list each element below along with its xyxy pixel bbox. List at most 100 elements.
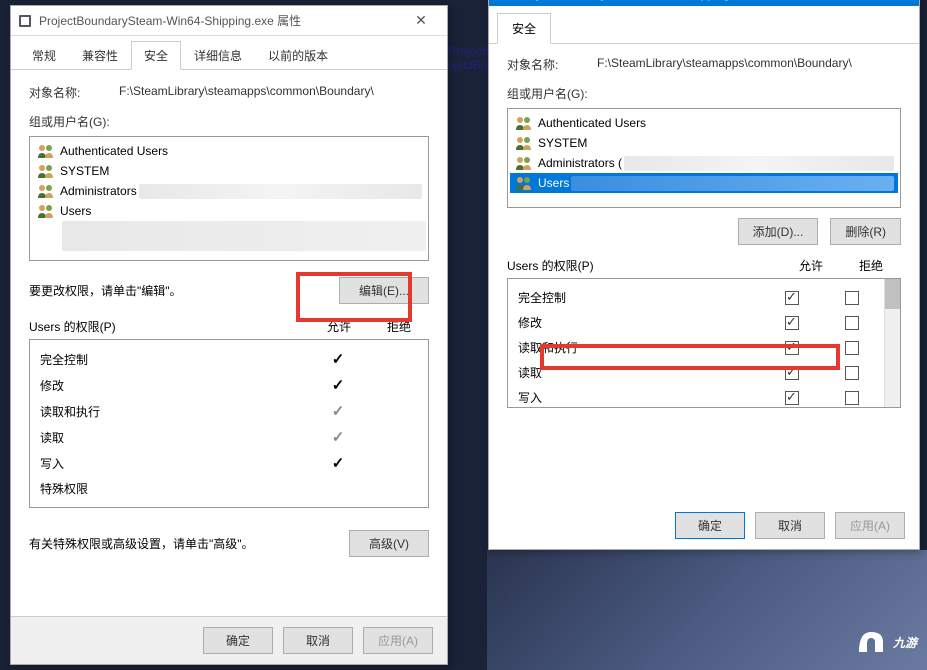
redacted <box>62 221 426 251</box>
users-icon <box>36 143 56 159</box>
permission-name: 修改 <box>518 314 762 331</box>
allow-check: ✓ <box>308 428 368 446</box>
users-icon <box>36 203 56 219</box>
redacted <box>571 176 894 191</box>
permissions-header: Users 的权限(P) <box>507 257 781 274</box>
tab-previous-versions[interactable]: 以前的版本 <box>255 41 341 70</box>
permission-row: 读取 <box>518 360 882 385</box>
add-button[interactable]: 添加(D)... <box>738 218 819 245</box>
allow-check: ✓ <box>308 454 368 472</box>
groups-label: 组或用户名(G): <box>507 85 901 102</box>
allow-checkbox[interactable] <box>785 366 799 380</box>
tab-security[interactable]: 安全 <box>497 13 551 44</box>
folder-icon: 📁 <box>497 0 512 1</box>
allow-checkbox[interactable] <box>785 391 799 405</box>
deny-checkbox[interactable] <box>845 291 859 305</box>
allow-checkbox[interactable] <box>785 316 799 330</box>
apply-button[interactable]: 应用(A) <box>363 627 433 654</box>
permissions-list: 完全控制 修改 读取和执行 读取 写入 <box>507 278 901 408</box>
ok-button[interactable]: 确定 <box>675 512 745 539</box>
apply-button[interactable]: 应用(A) <box>835 512 905 539</box>
advanced-hint: 有关特殊权限或高级设置，请单击"高级"。 <box>29 535 329 552</box>
tab-strip: 安全 <box>489 6 919 44</box>
deny-checkbox[interactable] <box>845 341 859 355</box>
list-item[interactable]: SYSTEM <box>32 161 426 181</box>
deny-checkbox[interactable] <box>845 391 859 405</box>
permission-row: 完全控制 <box>518 285 882 310</box>
users-icon <box>36 183 56 199</box>
permission-row: 读取和执行 ✓ <box>40 398 428 424</box>
users-icon <box>514 175 534 191</box>
permission-name: 读取 <box>40 429 308 446</box>
permission-name: 写入 <box>518 389 762 406</box>
deny-checkbox[interactable] <box>845 366 859 380</box>
permission-row: 写入 <box>518 385 882 408</box>
permission-name: 完全控制 <box>40 351 308 368</box>
tab-strip: 常规 兼容性 安全 详细信息 以前的版本 <box>11 36 447 70</box>
remove-button[interactable]: 删除(R) <box>830 218 901 245</box>
users-icon <box>514 155 534 171</box>
tab-compatibility[interactable]: 兼容性 <box>69 41 131 70</box>
groups-listbox[interactable]: Authenticated Users SYSTEM Administrator… <box>29 136 429 261</box>
object-name-value: F:\SteamLibrary\steamapps\common\Boundar… <box>597 56 901 70</box>
titlebar[interactable]: ProjectBoundarySteam-Win64-Shipping.exe … <box>11 6 447 36</box>
permissions-dialog: 📁 ProjectBoundarySteam-Win64-Shipping.ex… <box>488 0 920 550</box>
object-name-label: 对象名称: <box>507 56 597 73</box>
list-item[interactable]: Administrators ( <box>510 153 898 173</box>
allow-check: ✓ <box>308 402 368 420</box>
allow-checkbox[interactable] <box>785 291 799 305</box>
app-icon <box>17 13 33 29</box>
list-item[interactable]: SYSTEM <box>510 133 898 153</box>
list-item[interactable]: Administrators <box>32 181 426 201</box>
permission-row: 完全控制 ✓ <box>40 346 428 372</box>
permission-row: 写入 ✓ <box>40 450 428 476</box>
tab-details[interactable]: 详细信息 <box>181 41 255 70</box>
content-area: 对象名称: F:\SteamLibrary\steamapps\common\B… <box>489 44 919 420</box>
dialog-buttons: 确定 取消 应用(A) <box>11 616 447 664</box>
dialog-buttons: 确定 取消 应用(A) <box>489 502 919 549</box>
properties-dialog: ProjectBoundarySteam-Win64-Shipping.exe … <box>10 5 448 665</box>
permission-row: 修改 ✓ <box>40 372 428 398</box>
permission-row: 读取 ✓ <box>40 424 428 450</box>
close-button[interactable]: ✕ <box>401 12 441 29</box>
scrollbar[interactable] <box>884 279 900 407</box>
permission-name: 完全控制 <box>518 289 762 306</box>
users-icon <box>514 135 534 151</box>
permissions-list: 完全控制 ✓ 修改 ✓ 读取和执行 ✓ 读取 ✓ 写入 ✓ 特殊权限 <box>29 339 429 508</box>
cancel-button[interactable]: 取消 <box>755 512 825 539</box>
window-title: ProjectBoundarySteam-Win64-Shipping.exe … <box>518 0 911 2</box>
advanced-button[interactable]: 高级(V) <box>349 530 429 557</box>
groups-listbox[interactable]: Authenticated UsersSYSTEMAdministrators … <box>507 108 901 208</box>
object-name-value: F:\SteamLibrary\steamapps\common\Boundar… <box>119 84 429 98</box>
cancel-button[interactable]: 取消 <box>283 627 353 654</box>
list-item[interactable]: Users <box>510 173 898 193</box>
list-item[interactable]: Authenticated Users <box>32 141 426 161</box>
list-item[interactable]: Authenticated Users <box>510 113 898 133</box>
allow-check: ✓ <box>308 350 368 368</box>
permission-row: 读取和执行 <box>518 335 882 360</box>
list-item[interactable]: Users <box>32 201 426 221</box>
window-title: ProjectBoundarySteam-Win64-Shipping.exe … <box>39 12 401 29</box>
deny-header: 拒绝 <box>369 318 429 335</box>
deny-checkbox[interactable] <box>845 316 859 330</box>
watermark-logo: 九游 <box>853 624 917 660</box>
object-name-label: 对象名称: <box>29 84 119 101</box>
users-icon <box>36 163 56 179</box>
permission-name: 读取和执行 <box>518 339 762 356</box>
ok-button[interactable]: 确定 <box>203 627 273 654</box>
tab-general[interactable]: 常规 <box>19 41 69 70</box>
permission-name: 写入 <box>40 455 308 472</box>
edit-hint: 要更改权限，请单击"编辑"。 <box>29 282 182 299</box>
permission-row: 特殊权限 <box>40 476 428 501</box>
users-icon <box>514 115 534 131</box>
allow-checkbox[interactable] <box>785 341 799 355</box>
groups-label: 组或用户名(G): <box>29 113 429 130</box>
allow-header: 允许 <box>781 257 841 274</box>
redacted <box>624 156 894 171</box>
permission-name: 读取 <box>518 364 762 381</box>
tab-security[interactable]: 安全 <box>131 41 181 70</box>
edit-button[interactable]: 编辑(E)... <box>339 277 429 304</box>
allow-header: 允许 <box>309 318 369 335</box>
scroll-thumb[interactable] <box>885 279 900 309</box>
permissions-header: Users 的权限(P) <box>29 318 309 335</box>
